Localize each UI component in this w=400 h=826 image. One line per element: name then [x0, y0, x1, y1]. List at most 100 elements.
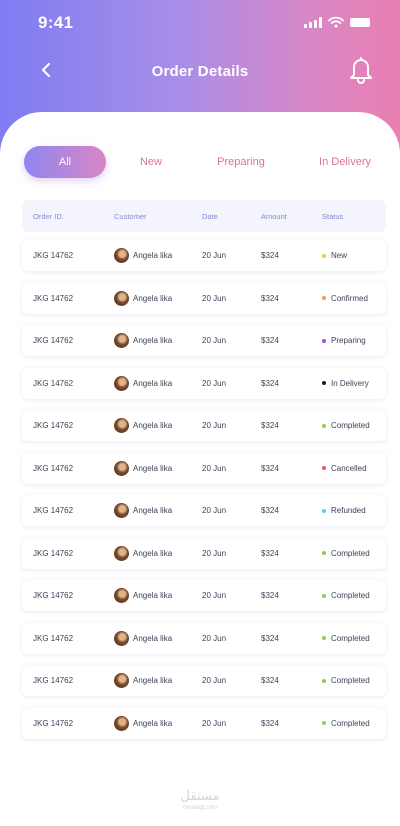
status-dot-icon	[322, 296, 326, 300]
table-row[interactable]: JKG 14762 Angela lika 20 Jun $324 Completed	[22, 410, 386, 441]
customer-cell: Angela lika	[114, 495, 172, 526]
customer-name: Angela lika	[133, 591, 173, 600]
table-row[interactable]: JKG 14762 Angela lika 20 Jun $324 Cancelled	[22, 452, 386, 484]
status-label: Cancelled	[331, 463, 367, 473]
status-label: Refunded	[331, 506, 366, 515]
orders-table: Order ID. Customer Date Amount Status JK…	[22, 200, 386, 750]
content-card: All New Preparing In Delivery Order ID. …	[0, 112, 400, 826]
battery-icon	[350, 17, 370, 27]
status-dot-icon	[322, 678, 326, 683]
order-date: 20 Jun	[202, 463, 227, 473]
status-time: 9:41	[38, 13, 74, 32]
customer-cell: Angela lika	[114, 708, 172, 739]
order-date: 20 Jun	[202, 293, 227, 303]
order-amount: $324	[261, 591, 279, 600]
status-dot-icon	[322, 508, 326, 513]
order-id: JKG 14762	[33, 336, 74, 345]
customer-cell: Angela lika	[114, 580, 172, 611]
tab-new[interactable]: New	[118, 146, 184, 178]
status-dot-icon	[322, 636, 326, 640]
table-row[interactable]: JKG 14762 Angela lika 20 Jun $324 New	[22, 240, 386, 271]
status-dot-icon	[322, 253, 326, 258]
tab-in-delivery[interactable]: In Delivery	[300, 146, 390, 178]
status-cell: Completed	[322, 538, 370, 569]
avatar	[114, 715, 129, 731]
table-row[interactable]: JKG 14762 Angela lika 20 Jun $324 Completed	[22, 537, 386, 569]
column-header-amount: Amount	[261, 211, 287, 221]
customer-cell: Angela lika	[114, 665, 172, 696]
order-id: JKG 14762	[33, 251, 74, 260]
status-dot-icon	[322, 423, 326, 428]
tab-all[interactable]: All	[24, 146, 106, 178]
customer-cell: Angela lika	[114, 410, 172, 441]
order-amount: $324	[261, 421, 279, 430]
order-amount: $324	[261, 336, 279, 345]
status-cell: In Delivery	[322, 368, 369, 399]
table-row[interactable]: JKG 14762 Angela lika 20 Jun $324 Refunded	[22, 495, 386, 526]
order-id: JKG 14762	[33, 378, 74, 388]
tab-preparing[interactable]: Preparing	[202, 146, 280, 178]
customer-name: Angela lika	[133, 293, 173, 303]
avatar	[114, 248, 129, 263]
customer-name: Angela lika	[133, 676, 173, 685]
order-id: JKG 14762	[33, 548, 74, 558]
customer-cell: Angela lika	[114, 453, 172, 484]
status-label: Completed	[331, 421, 370, 430]
order-filter-tabs: All New Preparing In Delivery	[22, 146, 382, 180]
bell-icon	[350, 57, 372, 84]
status-dot-icon	[322, 593, 326, 598]
order-amount: $324	[261, 718, 279, 728]
order-amount: $324	[261, 378, 279, 388]
table-row[interactable]: JKG 14762 Angela lika 20 Jun $324 In Deliver…	[22, 367, 386, 399]
customer-cell: Angela lika	[114, 538, 172, 569]
status-cell: Completed	[322, 665, 370, 696]
status-label: New	[331, 251, 348, 260]
table-row[interactable]: JKG 14762 Angela lika 20 Jun $324 Confirmed	[22, 282, 386, 314]
notifications-button[interactable]	[344, 52, 378, 86]
column-header-customer: Customer	[114, 211, 147, 221]
order-date: 20 Jun	[202, 506, 227, 515]
customer-name: Angela lika	[133, 633, 173, 643]
status-cell: Completed	[322, 580, 370, 611]
order-id: JKG 14762	[33, 463, 74, 473]
status-bar: 9:41	[0, 0, 400, 48]
status-label: Confirmed	[331, 293, 368, 303]
status-cell: New	[322, 240, 347, 271]
status-label: Preparing	[331, 336, 366, 345]
order-amount: $324	[261, 251, 279, 260]
status-dot-icon	[322, 721, 326, 725]
table-row[interactable]: JKG 14762 Angela lika 20 Jun $324 Completed	[22, 622, 386, 654]
order-date: 20 Jun	[202, 336, 227, 345]
order-id: JKG 14762	[33, 633, 74, 643]
order-date: 20 Jun	[202, 548, 227, 558]
order-amount: $324	[261, 463, 279, 473]
avatar	[114, 460, 129, 476]
table-row[interactable]: JKG 14762 Angela lika 20 Jun $324 Preparing	[22, 325, 386, 356]
customer-cell: Angela lika	[114, 240, 172, 271]
table-row[interactable]: JKG 14762 Angela lika 20 Jun $324 Completed	[22, 707, 386, 739]
status-label: Completed	[331, 591, 370, 600]
order-id: JKG 14762	[33, 591, 74, 600]
avatar	[114, 588, 129, 603]
avatar	[114, 630, 129, 646]
avatar	[114, 673, 129, 688]
watermark-text: مستقل	[180, 788, 220, 803]
status-dot-icon	[322, 551, 326, 555]
column-header-order-id: Order ID.	[33, 211, 64, 221]
customer-name: Angela lika	[133, 251, 173, 260]
order-date: 20 Jun	[202, 591, 227, 600]
order-date: 20 Jun	[202, 633, 227, 643]
order-amount: $324	[261, 506, 279, 515]
page-title: Order Details	[151, 63, 249, 80]
customer-cell: Angela lika	[114, 325, 172, 356]
column-header-date: Date	[202, 211, 218, 221]
avatar	[114, 418, 129, 433]
table-row[interactable]: JKG 14762 Angela lika 20 Jun $324 Completed	[22, 665, 386, 696]
avatar	[114, 375, 129, 391]
status-dot-icon	[322, 381, 326, 385]
status-label: In Delivery	[331, 378, 369, 388]
customer-cell: Angela lika	[114, 283, 172, 314]
order-amount: $324	[261, 633, 279, 643]
status-cell: Refunded	[322, 495, 366, 526]
table-row[interactable]: JKG 14762 Angela lika 20 Jun $324 Completed	[22, 580, 386, 611]
